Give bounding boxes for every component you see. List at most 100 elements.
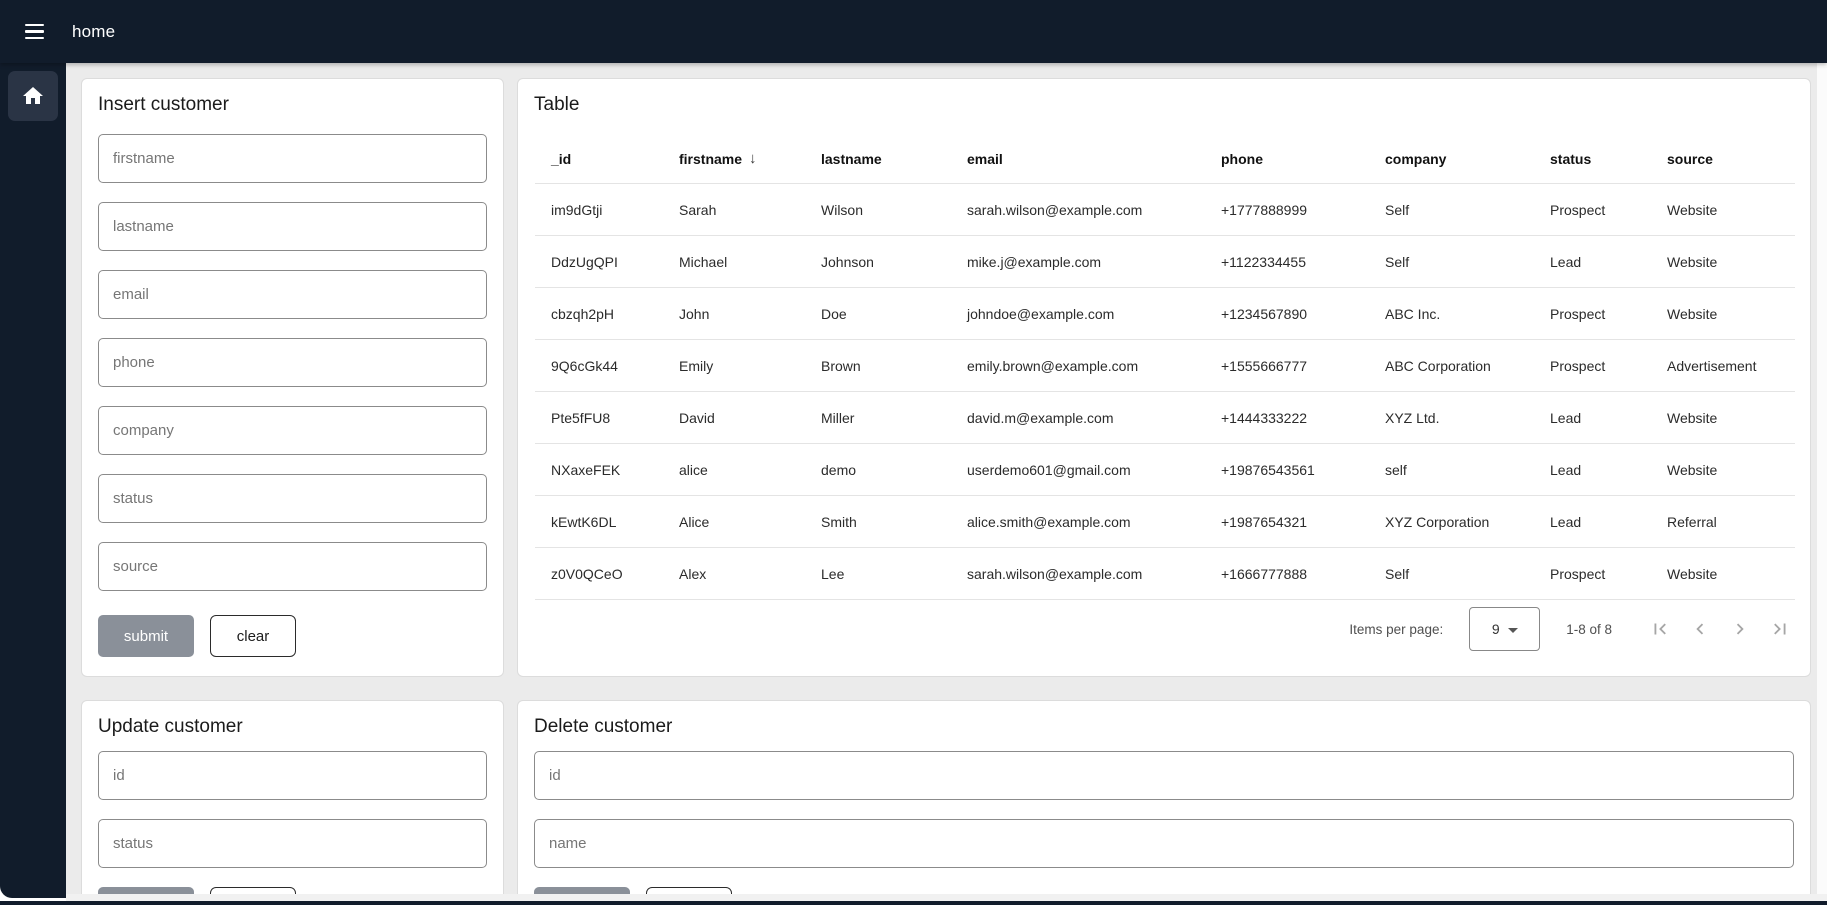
delete-id-input[interactable]	[534, 751, 1794, 800]
cell-status: Lead	[1534, 514, 1651, 530]
insert-status-input[interactable]	[98, 474, 487, 523]
cell-source: Website	[1651, 566, 1795, 582]
cell-status: Prospect	[1534, 566, 1651, 582]
column-header-source[interactable]: source	[1651, 151, 1795, 167]
cell-email: mike.j@example.com	[951, 254, 1205, 270]
cell-lastname: Johnson	[805, 254, 951, 270]
cell-phone: +1122334455	[1205, 254, 1369, 270]
vertical-scrollbar[interactable]	[1817, 67, 1827, 905]
cell-id: NXaxeFEK	[535, 462, 663, 478]
column-header-status[interactable]: status	[1534, 151, 1651, 167]
table-row: im9dGtjiSarahWilsonsarah.wilson@example.…	[535, 184, 1795, 236]
cell-id: 9Q6cGk44	[535, 358, 663, 374]
table-header-row: _id firstname ↓ lastname email phone com…	[535, 134, 1795, 184]
column-header-id[interactable]: _id	[535, 151, 663, 167]
cell-id: cbzqh2pH	[535, 306, 663, 322]
items-per-page-label: Items per page:	[1349, 622, 1443, 637]
column-header-company[interactable]: company	[1369, 151, 1534, 167]
cell-firstname: Alex	[663, 566, 805, 582]
table-row: z0V0QCeOAlexLeesarah.wilson@example.com+…	[535, 548, 1795, 600]
cell-company: self	[1369, 462, 1534, 478]
cell-phone: +1987654321	[1205, 514, 1369, 530]
cell-id: Pte5fFU8	[535, 410, 663, 426]
delete-card-title: Delete customer	[534, 715, 1794, 739]
first-page-button[interactable]	[1640, 609, 1680, 649]
column-header-email[interactable]: email	[951, 151, 1205, 167]
cell-id: kEwtK6DL	[535, 514, 663, 530]
cell-email: sarah.wilson@example.com	[951, 202, 1205, 218]
cell-firstname: alice	[663, 462, 805, 478]
cell-company: Self	[1369, 566, 1534, 582]
cell-id: im9dGtji	[535, 202, 663, 218]
cell-phone: +1234567890	[1205, 306, 1369, 322]
cell-email: david.m@example.com	[951, 410, 1205, 426]
cell-lastname: Smith	[805, 514, 951, 530]
app-window: home Insert customer submit clear Table …	[0, 0, 1827, 905]
insert-customer-card: Insert customer submit clear	[81, 78, 504, 677]
cell-id: DdzUgQPI	[535, 254, 663, 270]
update-id-input[interactable]	[98, 751, 487, 800]
next-page-button[interactable]	[1720, 609, 1760, 649]
cell-company: XYZ Corporation	[1369, 514, 1534, 530]
cell-firstname: John	[663, 306, 805, 322]
insert-phone-input[interactable]	[98, 338, 487, 387]
cell-lastname: Lee	[805, 566, 951, 582]
sidebar	[0, 63, 66, 898]
table-card: Table _id firstname ↓ lastname email pho…	[517, 78, 1811, 677]
table-row: cbzqh2pHJohnDoejohndoe@example.com+12345…	[535, 288, 1795, 340]
cell-company: ABC Inc.	[1369, 306, 1534, 322]
table-body: im9dGtjiSarahWilsonsarah.wilson@example.…	[535, 184, 1795, 600]
page-title: home	[72, 22, 115, 42]
delete-name-input[interactable]	[534, 819, 1794, 868]
insert-lastname-input[interactable]	[98, 202, 487, 251]
chevron-down-icon	[1508, 628, 1518, 633]
cell-phone: +1666777888	[1205, 566, 1369, 582]
cell-email: johndoe@example.com	[951, 306, 1205, 322]
cell-source: Website	[1651, 306, 1795, 322]
cell-firstname: Emily	[663, 358, 805, 374]
table-card-title: Table	[534, 93, 579, 117]
update-status-input[interactable]	[98, 819, 487, 868]
column-header-firstname[interactable]: firstname ↓	[663, 150, 805, 167]
cell-firstname: Alice	[663, 514, 805, 530]
update-customer-card: Update customer submit clear	[81, 700, 504, 905]
page-size-value: 9	[1492, 621, 1500, 637]
cell-phone: +1777888999	[1205, 202, 1369, 218]
insert-card-title: Insert customer	[98, 93, 487, 117]
insert-clear-button[interactable]: clear	[210, 615, 296, 657]
cell-company: Self	[1369, 202, 1534, 218]
hamburger-icon	[25, 24, 44, 27]
column-header-lastname[interactable]: lastname	[805, 151, 951, 167]
insert-email-input[interactable]	[98, 270, 487, 319]
insert-firstname-input[interactable]	[98, 134, 487, 183]
table-row: kEwtK6DLAliceSmithalice.smith@example.co…	[535, 496, 1795, 548]
page-size-select[interactable]: 9	[1469, 607, 1540, 651]
chevron-left-icon	[1689, 618, 1711, 640]
last-page-button[interactable]	[1760, 609, 1800, 649]
cell-source: Advertisement	[1651, 358, 1795, 374]
previous-page-button[interactable]	[1680, 609, 1720, 649]
insert-submit-button[interactable]: submit	[98, 615, 194, 657]
insert-source-input[interactable]	[98, 542, 487, 591]
cell-phone: +1444333222	[1205, 410, 1369, 426]
cell-status: Lead	[1534, 410, 1651, 426]
table-row: NXaxeFEKalicedemouserdemo601@gmail.com+1…	[535, 444, 1795, 496]
cell-company: Self	[1369, 254, 1534, 270]
window-bottom-edge	[0, 901, 1827, 905]
cell-status: Prospect	[1534, 202, 1651, 218]
menu-button[interactable]	[14, 12, 54, 52]
cell-lastname: Wilson	[805, 202, 951, 218]
column-header-phone[interactable]: phone	[1205, 151, 1369, 167]
cell-email: userdemo601@gmail.com	[951, 462, 1205, 478]
cell-lastname: demo	[805, 462, 951, 478]
top-bar: home	[0, 0, 1827, 63]
cell-company: XYZ Ltd.	[1369, 410, 1534, 426]
cell-firstname: David	[663, 410, 805, 426]
cell-lastname: Brown	[805, 358, 951, 374]
cell-lastname: Doe	[805, 306, 951, 322]
cell-source: Website	[1651, 410, 1795, 426]
insert-company-input[interactable]	[98, 406, 487, 455]
cell-id: z0V0QCeO	[535, 566, 663, 582]
cell-email: sarah.wilson@example.com	[951, 566, 1205, 582]
sidebar-item-home[interactable]	[8, 71, 58, 121]
